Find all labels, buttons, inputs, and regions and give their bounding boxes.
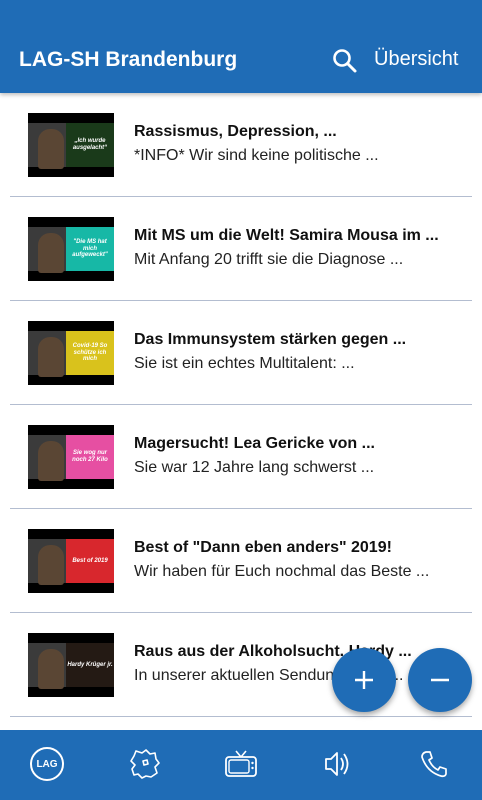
nav-phone[interactable]: [412, 744, 456, 784]
brandenburg-map-icon: [130, 749, 160, 779]
list-item[interactable]: "Die MS hat mich aufgeweckt" Mit MS um d…: [10, 197, 472, 301]
list-item[interactable]: Hardy Krüger jr. Raus aus der Alkoholsuc…: [10, 613, 472, 717]
search-button[interactable]: [331, 47, 359, 75]
zoom-out-button[interactable]: [408, 648, 472, 712]
video-title: Raus aus der Alkoholsucht. Hardy ...: [134, 643, 412, 660]
video-description: Mit Anfang 20 trifft sie die Diagnose ..…: [134, 251, 404, 268]
plus-icon: [355, 671, 373, 689]
bottom-navigation: LAG: [0, 730, 482, 800]
app-bar: LAG-SH Brandenburg Übersicht: [0, 0, 482, 93]
phone-icon: [421, 751, 447, 778]
nav-brandenburg[interactable]: [123, 744, 167, 784]
video-thumbnail: Covid-19 So schütze ich mich: [28, 321, 114, 385]
video-thumbnail: „Ich wurde ausgelacht“: [28, 113, 114, 177]
lag-logo-icon: LAG: [30, 747, 64, 781]
overview-button[interactable]: Übersicht: [374, 48, 458, 71]
video-title: Best of "Dann eben anders" 2019!: [134, 539, 392, 556]
search-icon: [333, 49, 357, 73]
video-title: Magersucht! Lea Gericke von ...: [134, 435, 375, 452]
video-list: „Ich wurde ausgelacht“ Rassismus, Depres…: [0, 93, 482, 730]
video-thumbnail: "Die MS hat mich aufgeweckt": [28, 217, 114, 281]
thumbnail-caption: Hardy Krüger jr.: [66, 643, 114, 687]
speaker-icon: [325, 752, 349, 776]
nav-audio[interactable]: [315, 744, 359, 784]
list-item[interactable]: Covid-19 So schütze ich mich Das Immunsy…: [10, 301, 472, 405]
video-description: Sie ist ein echtes Multitalent: ...: [134, 355, 355, 372]
app-title: LAG-SH Brandenburg: [19, 48, 238, 71]
list-item[interactable]: Best of 2019 Best of "Dann eben anders" …: [10, 509, 472, 613]
video-description: *INFO* Wir sind keine politische ...: [134, 147, 379, 164]
minus-icon: [431, 678, 449, 682]
nav-lag[interactable]: LAG: [25, 744, 69, 784]
thumbnail-caption: Sie wog nur noch 27 Kilo: [66, 435, 114, 479]
video-description: Wir haben für Euch nochmal das Beste ...: [134, 563, 430, 580]
thumbnail-caption: „Ich wurde ausgelacht“: [66, 123, 114, 167]
video-title: Das Immunsystem stärken gegen ...: [134, 331, 407, 348]
video-thumbnail: Sie wog nur noch 27 Kilo: [28, 425, 114, 489]
video-thumbnail: Best of 2019: [28, 529, 114, 593]
thumbnail-caption: Covid-19 So schütze ich mich: [66, 331, 114, 375]
thumbnail-caption: "Die MS hat mich aufgeweckt": [66, 227, 114, 271]
nav-tv[interactable]: [219, 744, 263, 784]
video-description: Sie war 12 Jahre lang schwerst ...: [134, 459, 375, 476]
video-title: Mit MS um die Welt! Samira Mousa im ...: [134, 227, 439, 244]
video-thumbnail: Hardy Krüger jr.: [28, 633, 114, 697]
tv-icon: [225, 750, 257, 777]
list-item[interactable]: „Ich wurde ausgelacht“ Rassismus, Depres…: [10, 93, 472, 197]
thumbnail-caption: Best of 2019: [66, 539, 114, 583]
video-title: Rassismus, Depression, ...: [134, 123, 337, 140]
list-item[interactable]: Sie wog nur noch 27 Kilo Magersucht! Lea…: [10, 405, 472, 509]
zoom-in-button[interactable]: [332, 648, 396, 712]
